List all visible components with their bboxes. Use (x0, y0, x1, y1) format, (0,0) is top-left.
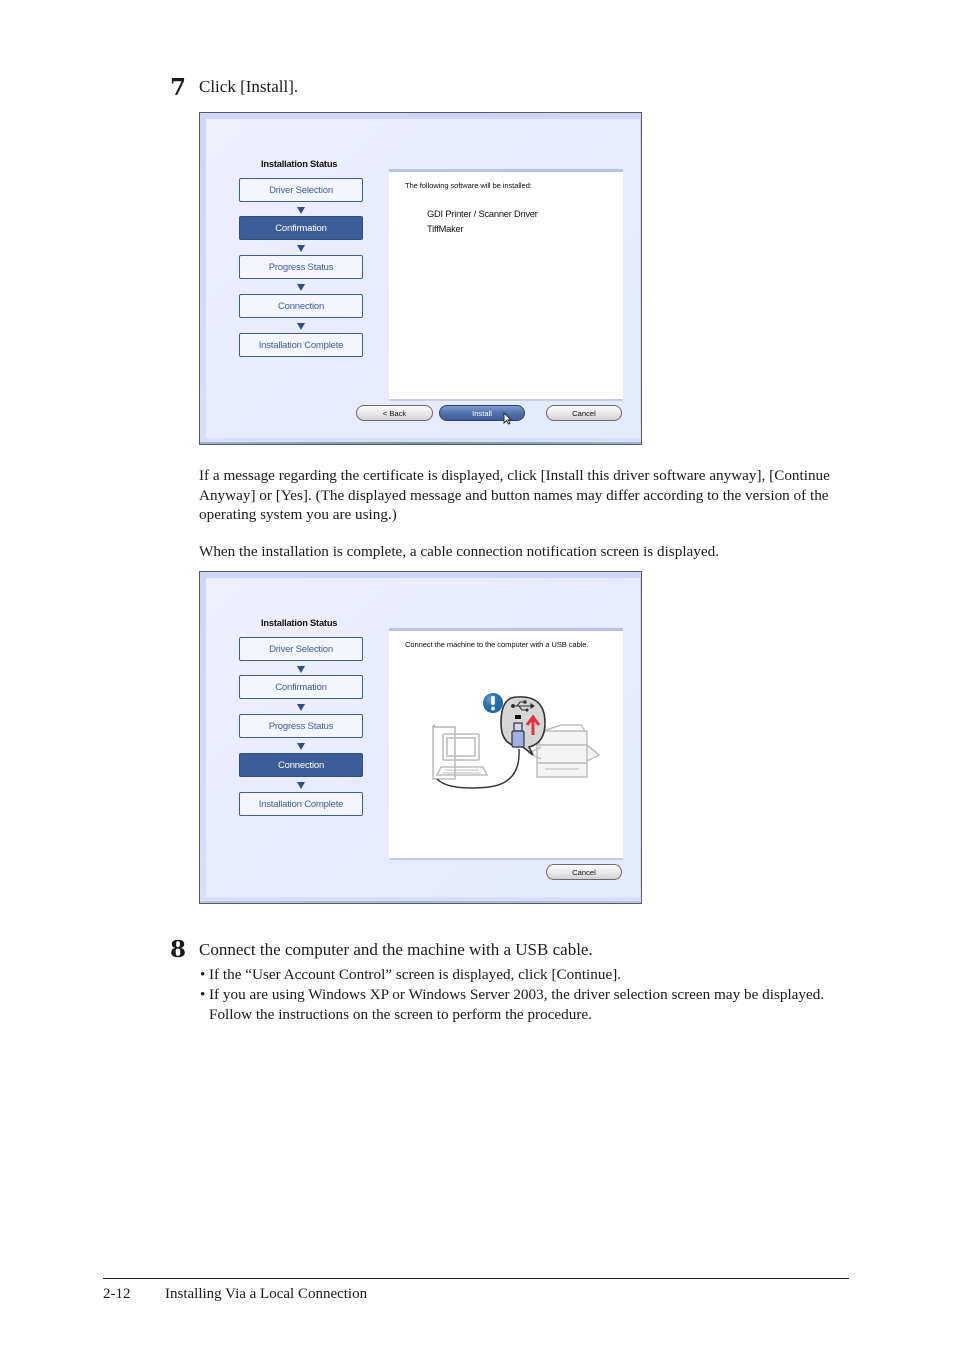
step-arrow-icon (297, 207, 305, 214)
window-bottom-edge (200, 901, 641, 903)
usb-cable (436, 748, 520, 789)
certificate-note: If a message regarding the certificate i… (199, 467, 830, 523)
step-driver-selection: Driver Selection (239, 178, 363, 202)
step-arrow-icon (297, 743, 305, 750)
installer-window-body: Installation Status Driver Selection Con… (206, 119, 640, 438)
exclamation-icon (483, 693, 503, 713)
installation-status-heading: Installation Status (261, 618, 338, 628)
step-8-notes: • If the “User Account Control” screen i… (200, 965, 840, 1024)
installer-window-body: Installation Status Driver Selection Con… (206, 578, 640, 897)
software-list-pane: The following software will be installed… (389, 169, 623, 401)
software-list-message: The following software will be installed… (405, 181, 532, 190)
installation-status-heading: Installation Status (261, 159, 338, 169)
footer-divider (103, 1278, 849, 1279)
step-arrow-icon (297, 245, 305, 252)
bullet-icon: • (200, 966, 206, 983)
installer-screenshot-connection: Installation Status Driver Selection Con… (199, 571, 642, 904)
connection-instruction-pane: Connect the machine to the computer with… (389, 628, 623, 860)
step-connection: Connection (239, 753, 363, 777)
step-arrow-icon (297, 704, 305, 711)
step-progress-status: Progress Status (239, 714, 363, 738)
install-button[interactable]: Install (439, 405, 525, 421)
step-installation-complete: Installation Complete (239, 333, 363, 357)
note-text: If you are using Windows XP or Windows S… (209, 986, 825, 1023)
note-item: • If you are using Windows XP or Windows… (200, 985, 840, 1024)
software-item: GDI Printer / Scanner Driver (427, 209, 538, 219)
software-item: TiffMaker (427, 224, 464, 234)
usb-connection-illustration (432, 693, 601, 789)
bullet-icon: • (200, 986, 206, 1003)
step-confirmation: Confirmation (239, 675, 363, 699)
chapter-title: Installing Via a Local Connection (165, 1286, 368, 1302)
step-confirmation: Confirmation (239, 216, 363, 240)
usb-port-icon (515, 715, 521, 719)
cancel-button[interactable]: Cancel (546, 864, 622, 880)
step-8-title: Connect the computer and the machine wit… (199, 940, 593, 959)
step-connection: Connection (239, 294, 363, 318)
installer-screenshot-confirmation: Installation Status Driver Selection Con… (199, 112, 642, 445)
window-bottom-edge (200, 442, 641, 444)
note-item: • If the “User Account Control” screen i… (200, 965, 840, 985)
back-button[interactable]: < Back (356, 405, 433, 421)
step-arrow-icon (297, 284, 305, 291)
step-arrow-icon (297, 782, 305, 789)
cancel-button[interactable]: Cancel (546, 405, 622, 421)
connection-message: Connect the machine to the computer with… (405, 640, 589, 649)
step-7-title: Click [Install]. (199, 77, 299, 96)
note-text: If the “User Account Control” screen is … (209, 966, 622, 983)
usb-plug-icon (511, 722, 525, 748)
step-arrow-icon (297, 323, 305, 330)
installation-complete-note: When the installation is complete, a cab… (199, 543, 720, 560)
step-arrow-icon (297, 666, 305, 673)
step-installation-complete: Installation Complete (239, 792, 363, 816)
step-driver-selection: Driver Selection (239, 637, 363, 661)
page-number: 2-12 (103, 1286, 131, 1302)
step-number-7: 7 (170, 74, 187, 101)
computer-icon (432, 724, 489, 780)
step-number-8: 8 (170, 936, 187, 963)
mouse-cursor-icon (503, 412, 512, 425)
step-progress-status: Progress Status (239, 255, 363, 279)
